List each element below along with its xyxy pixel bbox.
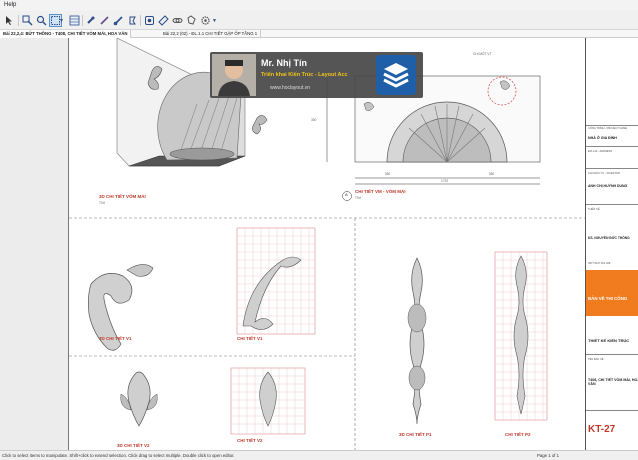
dimension-550b: 550 bbox=[489, 172, 495, 176]
label-3d-p1: 3D CHI TIẾT P1 bbox=[399, 432, 432, 437]
tab-document-2[interactable]: Bài 22,2 (02) - ĐL.1.1 CHI TIẾT GẶP ỐP T… bbox=[160, 30, 262, 38]
document-tabs: Bài 22,2,4: BỨT THÔNG - T408, CHI TIẾT V… bbox=[0, 30, 638, 38]
label-v1: CHI TIẾT V1 bbox=[237, 336, 263, 341]
label-2d-vom-mai: CHI TIẾT VM - VÒM MÁI bbox=[355, 189, 406, 194]
chevron-down-icon[interactable]: ▼ bbox=[211, 14, 218, 27]
link-icon[interactable] bbox=[143, 14, 156, 27]
dimension-height: 300 bbox=[311, 118, 317, 122]
label-p2: CHI TIẾT P2 bbox=[505, 432, 531, 437]
section-marker-a: A bbox=[345, 192, 348, 197]
measure-icon[interactable] bbox=[112, 14, 125, 27]
grid-icon[interactable] bbox=[68, 14, 81, 27]
pen-icon[interactable] bbox=[98, 14, 111, 27]
sheet-title-label: TÊN BẢN VẼ bbox=[588, 358, 604, 361]
sheet-title: T408, CHI TIẾT VÒM MÁI, HOA VĂN bbox=[588, 378, 638, 386]
v1-grid bbox=[236, 227, 316, 335]
3d-p1-ornament bbox=[407, 257, 427, 425]
stage-label: BẢN VẼ THI CÔNG bbox=[588, 296, 628, 301]
owner-label: CHỦ ĐẦU TƯ - INVESTOR bbox=[588, 172, 620, 175]
3d-v2-ornament bbox=[120, 371, 158, 427]
project-name: NHÀ Ở GIA ĐÌNH bbox=[588, 136, 617, 140]
toolbar-separator bbox=[18, 15, 19, 26]
zoom-icon[interactable] bbox=[35, 14, 48, 27]
pin-icon[interactable] bbox=[84, 14, 97, 27]
label-3d-vom-mai: 3D CHI TIẾT VÒM MÁI bbox=[99, 194, 146, 199]
designer-label: THIẾT KẾ bbox=[588, 208, 600, 211]
status-bar: Click to select items to manipulate. Shi… bbox=[0, 450, 638, 460]
designer-name: KS. NGUYỄN ĐỨC THÔNG bbox=[588, 236, 630, 240]
designer-phone: 0977.5127.621.468 bbox=[588, 262, 611, 265]
title-block-logo-area bbox=[586, 38, 638, 126]
scale-2d-vom-mai: Tỉ lệ bbox=[355, 196, 362, 200]
label-3d-v1: 3D CHI TIẾT V1 bbox=[99, 336, 132, 341]
title-block: CÔNG TRÌNH - PROJECT NAME NHÀ Ở GIA ĐÌNH… bbox=[585, 38, 638, 450]
zoom-region-icon[interactable] bbox=[21, 14, 34, 27]
menu-bar: Help bbox=[0, 0, 638, 11]
sheet-number: KT-27 bbox=[588, 424, 616, 435]
toolbar-separator bbox=[82, 15, 83, 26]
link-chain-icon[interactable] bbox=[171, 14, 184, 27]
watermark-url: www.hoclayout.vn bbox=[270, 85, 311, 91]
p2-grid bbox=[494, 251, 548, 421]
discipline-label: THIẾT KẾ KIẾN TRÚC bbox=[588, 338, 630, 343]
toolbar-separator bbox=[140, 15, 141, 26]
watermark-role: Triển khai Kiến Trúc - Layout Acc bbox=[261, 72, 348, 78]
callout-detail: CHI MỘT VT bbox=[473, 52, 492, 56]
ruler-icon[interactable] bbox=[157, 14, 170, 27]
scale-3d-vom-mai: Tỉ lệ bbox=[99, 201, 106, 205]
watermark-name: Mr. Nhị Tín bbox=[261, 58, 307, 68]
document-canvas[interactable]: 3D CHI TIẾT VÒM MÁI Tỉ lệ CHI TIẾT VM - … bbox=[0, 38, 638, 450]
drawing-sheet: 3D CHI TIẾT VÒM MÁI Tỉ lệ CHI TIẾT VM - … bbox=[68, 38, 638, 450]
menu-help[interactable]: Help bbox=[4, 2, 16, 8]
drawing-content bbox=[69, 38, 585, 450]
status-text: Click to select items to manipulate. Shi… bbox=[2, 453, 235, 458]
watermark-banner: Mr. Nhị Tín Triển khai Kiến Trúc - Layou… bbox=[210, 52, 423, 98]
page-indicator: Page 1 of 1 bbox=[537, 453, 559, 458]
label-v2: CHI TIẾT V2 bbox=[237, 438, 263, 443]
label-3d-v2: 3D CHI TIẾT V2 bbox=[117, 443, 150, 448]
owner-name: ANH CHỊ HUỲNH DUNG bbox=[588, 184, 628, 188]
toolbar: ▼ ▼ bbox=[0, 11, 638, 30]
v2-grid bbox=[230, 367, 306, 435]
tab-document-1[interactable]: Bài 22,2,4: BỨT THÔNG - T408, CHI TIẾT V… bbox=[0, 30, 132, 38]
brand-logo-icon bbox=[376, 55, 416, 95]
project-name-label: CÔNG TRÌNH - PROJECT NAME bbox=[588, 127, 627, 130]
dimension-550a: 550 bbox=[385, 172, 391, 176]
pointer-icon[interactable] bbox=[3, 14, 16, 27]
address-label: ĐỊA CHỈ - ADDRESS bbox=[588, 150, 613, 153]
dimension-total: 1720 bbox=[441, 179, 449, 183]
stamp-icon[interactable] bbox=[126, 14, 139, 27]
chevron-down-icon[interactable]: ▼ bbox=[58, 14, 65, 27]
shape-icon[interactable] bbox=[185, 14, 198, 27]
avatar bbox=[212, 54, 256, 96]
stage-banner: BẢN VẼ THI CÔNG bbox=[586, 270, 638, 316]
